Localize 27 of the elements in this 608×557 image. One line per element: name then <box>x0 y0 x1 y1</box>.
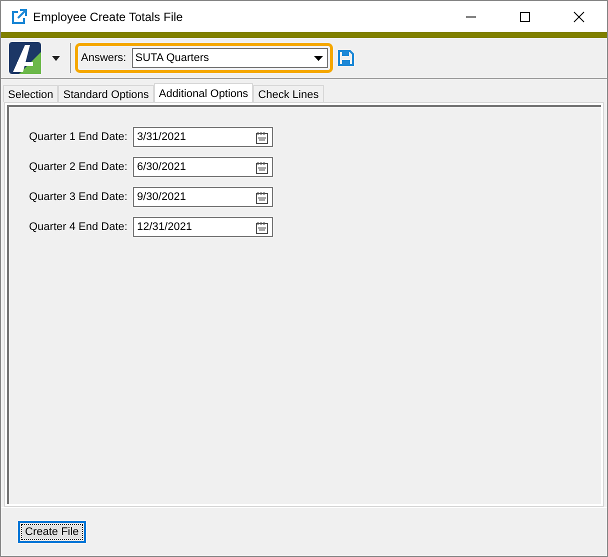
tab[interactable]: Additional Options <box>154 83 254 102</box>
calendar-icon[interactable] <box>256 220 268 234</box>
field-label: Quarter 3 End Date: <box>29 191 128 203</box>
caret-icon[interactable] <box>314 56 324 60</box>
caret-icon[interactable] <box>52 56 60 60</box>
field-label: Quarter 1 End Date: <box>29 131 128 143</box>
date-field[interactable]: 6/30/2021 <box>133 157 273 177</box>
calendar-icon[interactable] <box>256 130 268 144</box>
field-label: Quarter 4 End Date: <box>29 221 128 233</box>
tab[interactable]: Standard Options <box>58 85 154 102</box>
date-field[interactable]: 9/30/2021 <box>133 187 273 207</box>
date-field[interactable]: 3/31/2021 <box>133 127 273 147</box>
tab[interactable]: Selection <box>3 85 58 102</box>
create-file-button[interactable]: Create File <box>18 521 86 543</box>
external-link-icon <box>11 8 27 24</box>
tab[interactable]: Check Lines <box>253 85 324 102</box>
logo-icon[interactable] <box>9 42 41 74</box>
calendar-icon[interactable] <box>256 190 268 204</box>
close-icon[interactable] <box>573 10 585 22</box>
field-label: Quarter 2 End Date: <box>29 161 128 173</box>
save-icon[interactable] <box>338 50 354 66</box>
answers-label: Answers: <box>81 52 126 64</box>
answers-dropdown[interactable]: SUTA Quarters <box>132 48 328 68</box>
date-field[interactable]: 12/31/2021 <box>133 217 273 237</box>
window-title: Employee Create Totals File <box>33 10 183 24</box>
maximize-icon[interactable] <box>519 10 531 22</box>
calendar-icon[interactable] <box>256 160 268 174</box>
